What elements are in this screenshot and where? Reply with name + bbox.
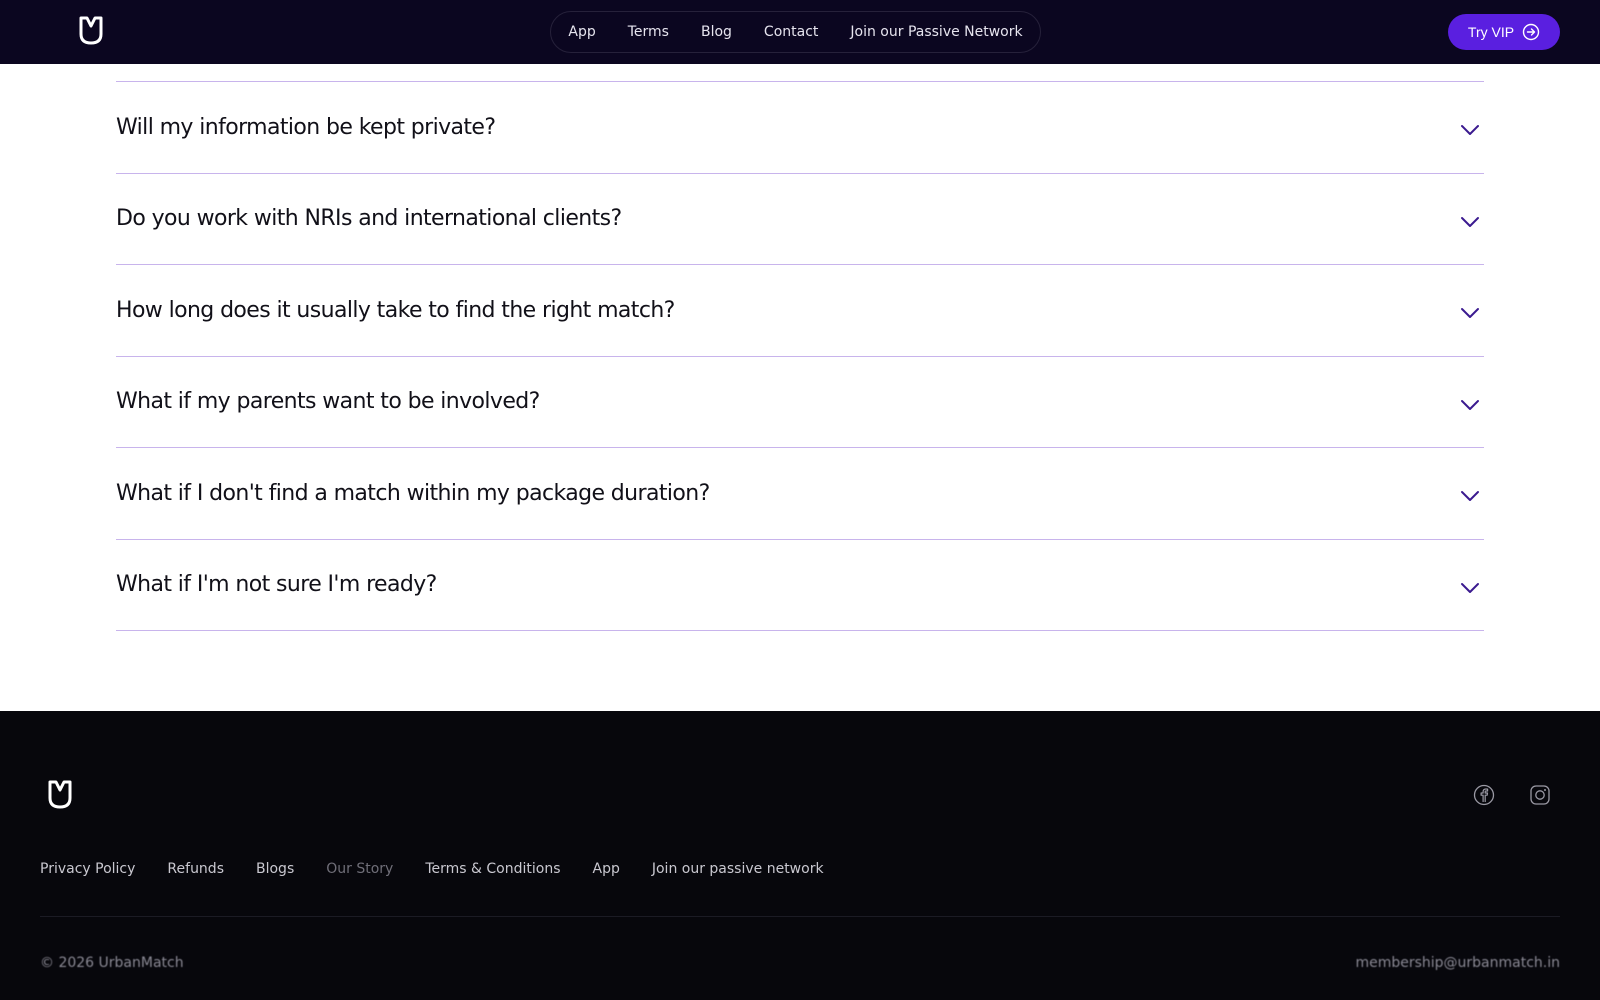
chevron-down-icon[interactable] [1460, 487, 1480, 502]
site-header: App Terms Blog Contact Join our Passive … [0, 0, 1600, 64]
faq-question: Will my information be kept private? [116, 114, 496, 140]
chevron-down-icon[interactable] [1460, 304, 1480, 319]
faq-item[interactable]: Will my information be kept private? [116, 82, 1484, 174]
urbanmatch-logo-icon[interactable] [78, 16, 104, 46]
nav-item-app[interactable]: App [568, 24, 595, 40]
faq-item[interactable]: Do you work with NRIs and international … [116, 174, 1484, 265]
footer-link-passive-network[interactable]: Join our passive network [652, 861, 824, 877]
urbanmatch-logo-icon[interactable] [47, 780, 73, 810]
footer-link-app[interactable]: App [593, 861, 620, 877]
chevron-down-icon[interactable] [1460, 396, 1480, 410]
faq-question: How long does it usually take to find th… [116, 297, 675, 323]
faq-question: Do you work with NRIs and international … [116, 206, 622, 232]
faq-question: What if I'm not sure I'm ready? [116, 572, 437, 598]
faq-item[interactable]: How long does it usually take to find th… [116, 265, 1484, 357]
site-footer: Privacy Policy Refunds Blogs Our Story T… [0, 711, 1600, 1000]
faq-question: What if my parents want to be involved? [116, 389, 540, 415]
faq-list: Will my information be kept private? Do … [116, 81, 1484, 631]
nav-item-terms[interactable]: Terms [628, 24, 669, 40]
try-vip-label: Try VIP [1467, 24, 1515, 40]
contact-email-link[interactable]: membership@urbanmatch.in [1355, 955, 1560, 971]
nav-item-contact[interactable]: Contact [764, 24, 818, 40]
try-vip-button[interactable]: Try VIP [1448, 14, 1560, 50]
faq-item[interactable]: What if I don't find a match within my p… [116, 448, 1484, 540]
footer-links: Privacy Policy Refunds Blogs Our Story T… [40, 861, 824, 877]
copyright-text: © 2026 UrbanMatch [40, 955, 184, 971]
main-nav: App Terms Blog Contact Join our Passive … [550, 11, 1041, 53]
faq-question: What if I don't find a match within my p… [116, 480, 710, 506]
footer-link-terms-conditions[interactable]: Terms & Conditions [425, 861, 560, 877]
chevron-down-icon[interactable] [1460, 121, 1480, 136]
footer-divider [40, 916, 1560, 917]
faq-item[interactable]: What if my parents want to be involved? [116, 357, 1484, 448]
nav-item-blog[interactable]: Blog [701, 24, 732, 40]
instagram-icon[interactable] [1529, 784, 1551, 806]
faq-item[interactable]: What if I'm not sure I'm ready? [116, 540, 1484, 631]
facebook-icon[interactable] [1473, 784, 1495, 806]
arrow-right-circle-icon [1522, 23, 1540, 41]
footer-link-refunds[interactable]: Refunds [167, 861, 224, 877]
chevron-down-icon[interactable] [1460, 213, 1480, 227]
footer-link-our-story[interactable]: Our Story [326, 861, 393, 877]
chevron-down-icon[interactable] [1460, 579, 1480, 593]
footer-link-blogs[interactable]: Blogs [256, 861, 294, 877]
nav-item-passive-network[interactable]: Join our Passive Network [850, 24, 1022, 40]
footer-link-privacy-policy[interactable]: Privacy Policy [40, 861, 135, 877]
